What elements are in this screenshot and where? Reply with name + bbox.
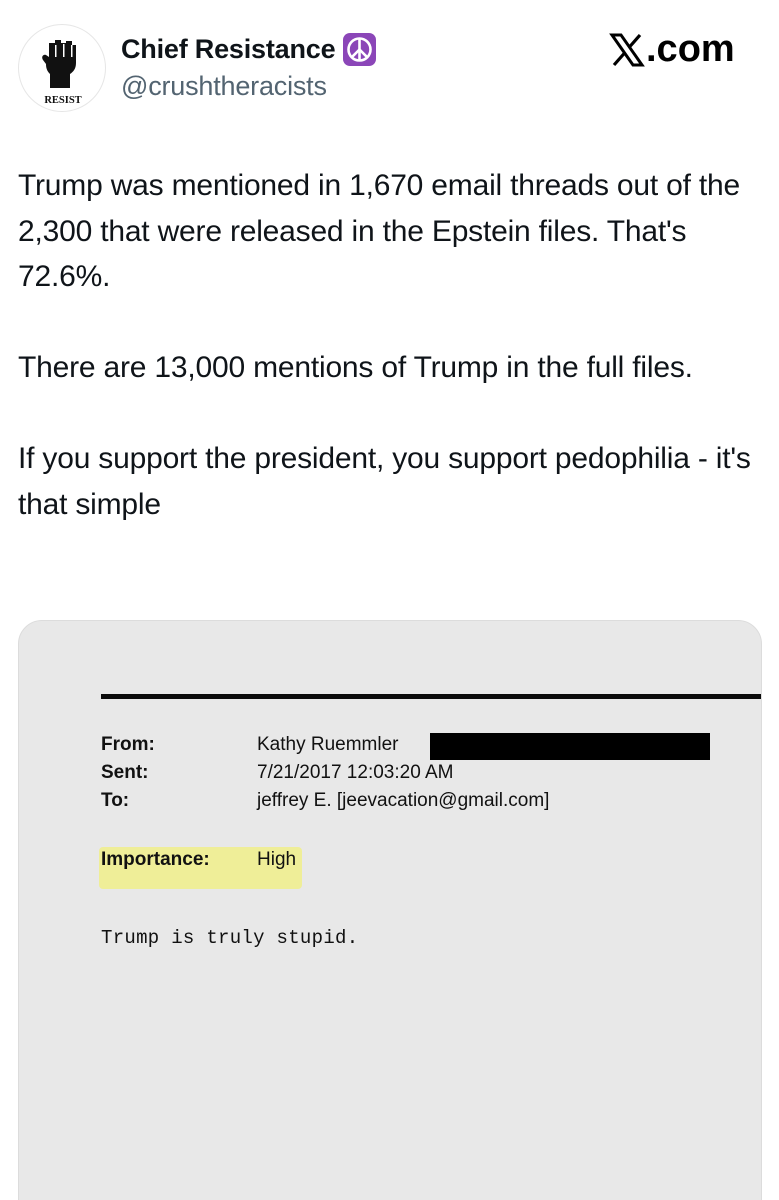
tweet-paragraph: Trump was mentioned in 1,670 email threa…	[18, 169, 741, 293]
from-label: From:	[101, 734, 155, 755]
redaction-bar	[430, 733, 710, 760]
tweet-text: Trump was mentioned in 1,670 email threa…	[18, 163, 763, 527]
peace-sign-icon	[343, 33, 377, 66]
display-name[interactable]: Chief Resistance	[121, 33, 377, 66]
x-brand-logo: .com	[609, 28, 735, 71]
divider-rule	[101, 694, 761, 699]
importance-label: Importance:	[101, 849, 210, 870]
sent-label: Sent:	[101, 762, 149, 783]
email-image-attachment[interactable]: From: Kathy Ruemmler Sent: 7/21/2017 12:…	[18, 620, 762, 1200]
tweet-paragraph: There are 13,000 mentions of Trump in th…	[18, 351, 693, 384]
tweet-paragraph: If you support the president, you suppor…	[18, 442, 751, 521]
from-value: Kathy Ruemmler	[257, 734, 399, 755]
brand-text: .com	[646, 28, 735, 70]
sent-value: 7/21/2017 12:03:20 AM	[257, 762, 454, 783]
raised-fist-icon: RESIST	[42, 40, 82, 106]
user-handle[interactable]: @crushtheracists	[121, 71, 327, 102]
to-value: jeffrey E. [jeevacation@gmail.com]	[257, 790, 550, 811]
tweet-screenshot: RESIST Chief Resistance @crushtheracists…	[0, 0, 779, 1200]
display-name-text: Chief Resistance	[121, 34, 336, 64]
to-label: To:	[101, 790, 130, 811]
importance-value: High	[257, 849, 297, 870]
avatar[interactable]: RESIST	[18, 24, 106, 112]
avatar-label: RESIST	[44, 95, 81, 106]
email-body: Trump is truly stupid.	[101, 927, 359, 949]
x-logo-icon	[609, 33, 645, 66]
